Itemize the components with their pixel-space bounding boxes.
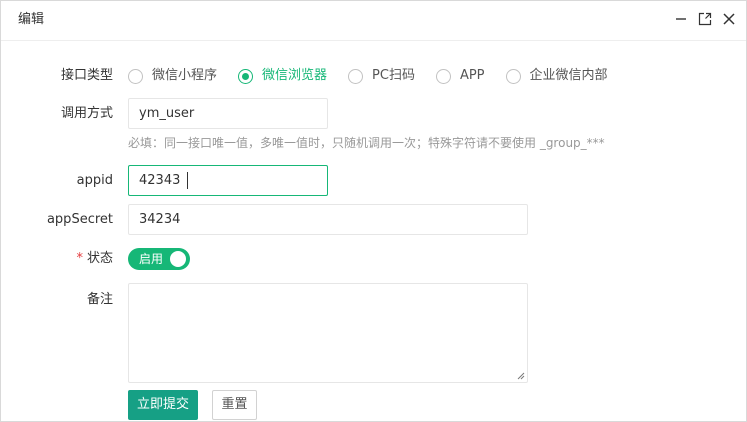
radio-option-label: PC扫码	[372, 68, 415, 83]
minimize-icon[interactable]	[672, 10, 690, 28]
dialog-titlebar: 编辑	[1, 1, 746, 41]
close-icon[interactable]	[720, 10, 738, 28]
maximize-icon[interactable]	[696, 10, 714, 28]
dialog-title: 编辑	[18, 12, 45, 27]
reset-button[interactable]: 重置	[212, 390, 257, 420]
appsecret-input[interactable]	[128, 204, 528, 235]
radio-option-label: 微信浏览器	[262, 68, 328, 83]
window-controls	[672, 10, 738, 28]
call-method-label: 调用方式	[60, 106, 113, 121]
radio-option-label: APP	[459, 68, 485, 83]
status-label-text: 状态	[86, 251, 113, 266]
radio-option-mini-program[interactable]: 微信小程序	[128, 67, 217, 85]
submit-button[interactable]: 立即提交	[128, 390, 198, 420]
interface-type-label: 接口类型	[60, 68, 113, 83]
radio-option-label: 企业微信内部	[529, 68, 608, 83]
status-label: * 状态	[1, 250, 113, 268]
call-method-hint: 必填：同一接口唯一值，多唯一值时，只随机调用一次；特殊字符请不要使用 _grou…	[128, 136, 605, 150]
appid-input[interactable]	[128, 165, 328, 196]
appsecret-label: appSecret	[46, 212, 113, 227]
status-toggle[interactable]: 启用	[128, 248, 190, 270]
radio-option-wecom-internal[interactable]: 企业微信内部	[505, 67, 608, 85]
toggle-knob	[170, 251, 186, 267]
radio-option-app[interactable]: APP	[435, 67, 485, 85]
radio-circle[interactable]	[505, 68, 521, 84]
edit-dialog: 编辑 接口类型 微信小程序 微信浏览器 PC扫码 APP 企业微信内部 调用方式…	[0, 0, 747, 422]
radio-option-wechat-browser[interactable]: 微信浏览器	[238, 67, 327, 85]
radio-circle-checked[interactable]	[238, 68, 254, 84]
remark-textarea[interactable]	[128, 283, 528, 383]
radio-option-label: 微信小程序	[152, 68, 218, 83]
radio-circle[interactable]	[348, 68, 364, 84]
radio-circle[interactable]	[128, 68, 143, 84]
call-method-input[interactable]	[128, 98, 328, 129]
text-caret	[187, 172, 188, 189]
radio-option-pc-scan[interactable]: PC扫码	[348, 67, 415, 85]
appid-label: appid	[76, 173, 113, 188]
resize-grip-icon[interactable]	[517, 372, 525, 380]
interface-type-radio-group: 微信小程序 微信浏览器 PC扫码 APP 企业微信内部	[128, 66, 629, 86]
status-toggle-text: 启用	[139, 252, 164, 266]
required-mark: *	[76, 251, 83, 266]
radio-circle[interactable]	[435, 68, 451, 84]
remark-label: 备注	[86, 292, 113, 307]
